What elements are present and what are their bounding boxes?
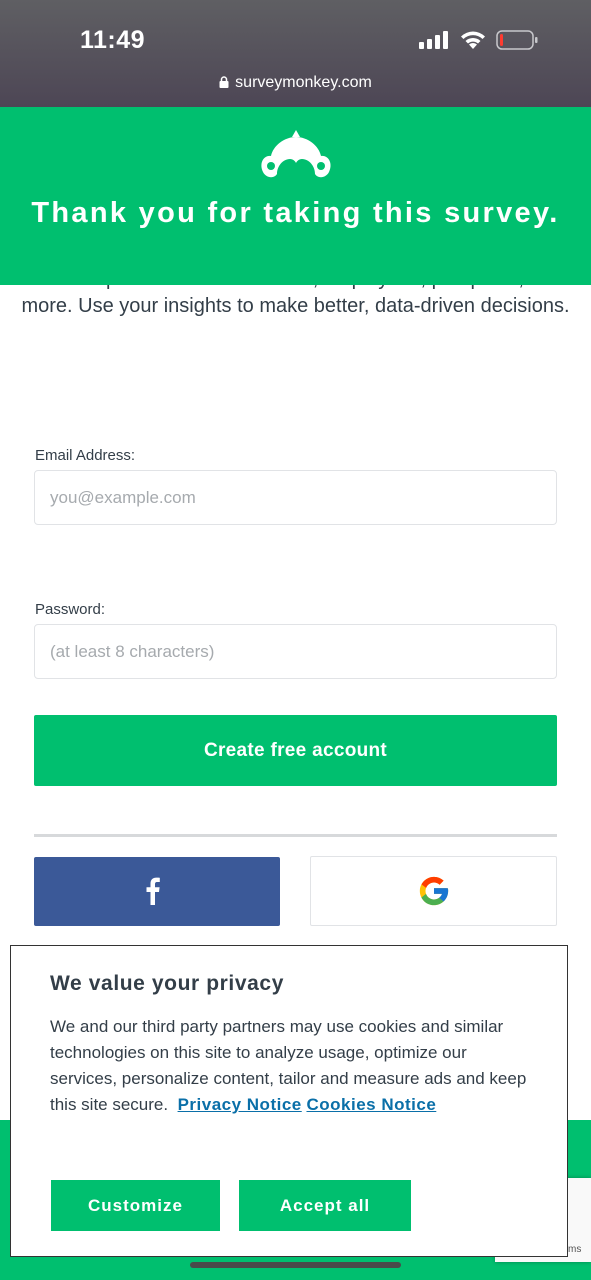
surveymonkey-logo-icon (261, 130, 331, 178)
facebook-icon (146, 877, 160, 905)
privacy-body: We and our third party partners may use … (50, 1014, 530, 1118)
password-label: Password: (35, 601, 106, 618)
password-field[interactable] (34, 624, 557, 679)
privacy-notice-link[interactable]: Privacy Notice (178, 1095, 302, 1114)
url-text: surveymonkey.com (235, 74, 372, 91)
page-title: Thank you for taking this survey. (31, 197, 560, 229)
recaptcha-terms-text: ms (568, 1244, 582, 1255)
facebook-signup-button[interactable] (34, 857, 280, 926)
divider (34, 834, 557, 837)
email-label: Email Address: (35, 447, 136, 464)
cookies-notice-link[interactable]: Cookies Notice (306, 1095, 436, 1114)
privacy-title: We value your privacy (50, 972, 284, 995)
create-account-button[interactable]: Create free account (34, 715, 557, 786)
email-field[interactable] (34, 470, 557, 525)
privacy-dialog: We value your privacy We and our third p… (10, 945, 568, 1257)
thank-you-banner: Thank you for taking this survey. (0, 107, 591, 285)
signal-icon (419, 31, 449, 49)
lock-icon (219, 76, 229, 88)
home-indicator[interactable] (190, 1262, 401, 1268)
address-bar[interactable]: surveymonkey.com (0, 74, 591, 92)
google-signup-button[interactable] (310, 856, 557, 926)
status-bar: 11:49 surveymonkey.com (0, 0, 591, 107)
customize-button[interactable]: Customize (51, 1180, 220, 1231)
wifi-icon (461, 31, 485, 49)
battery-icon (496, 30, 538, 50)
google-icon (419, 876, 449, 906)
clock: 11:49 (80, 26, 146, 54)
accept-all-button[interactable]: Accept all (239, 1180, 411, 1231)
